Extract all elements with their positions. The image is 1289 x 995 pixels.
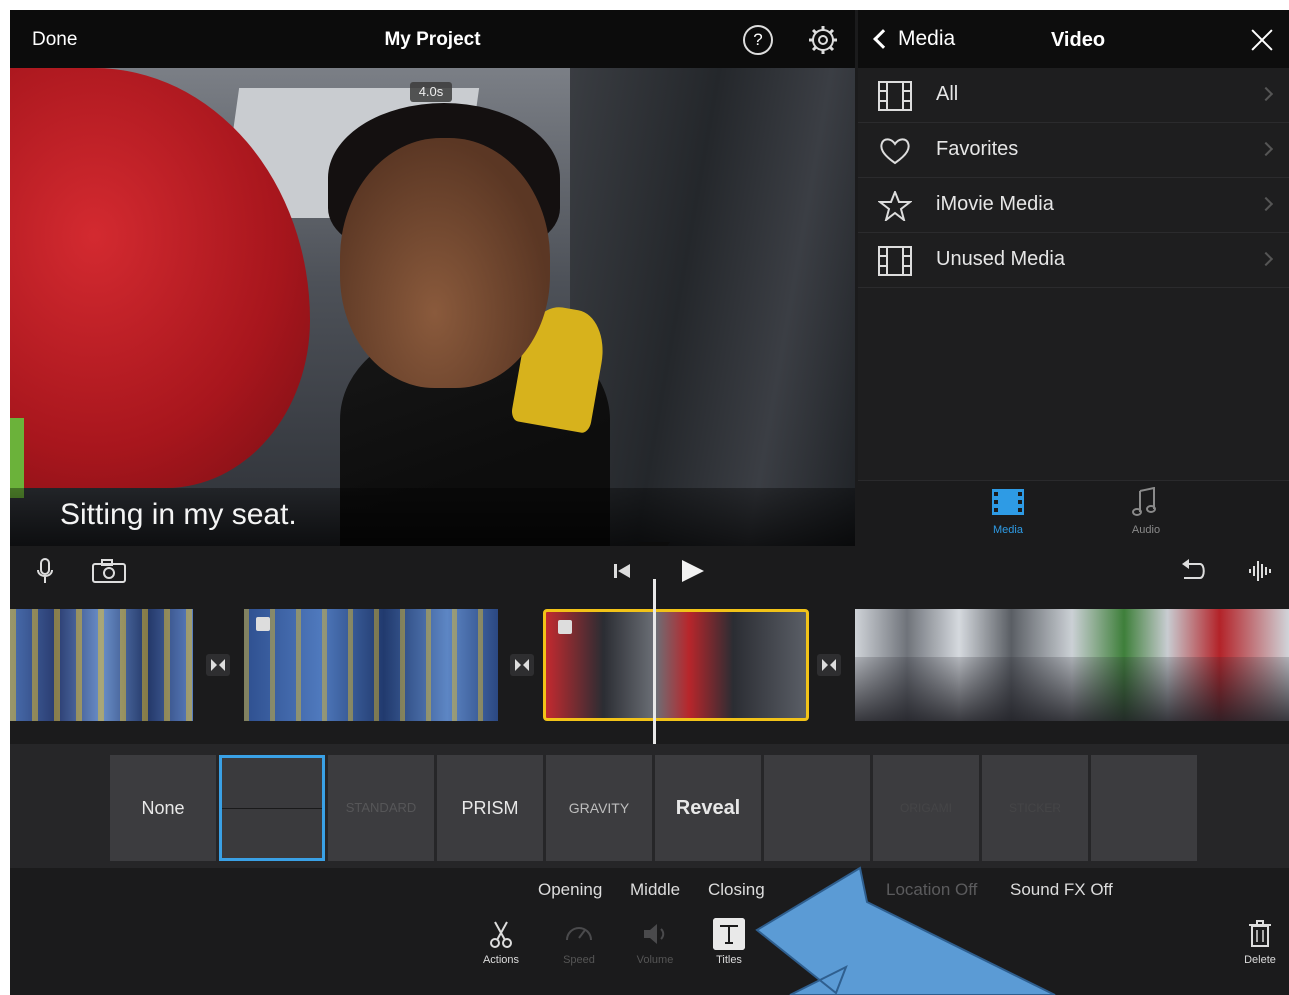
audio-waveform-icon[interactable] [1246, 556, 1276, 586]
speed-button[interactable]: Speed [546, 918, 612, 966]
tab-media[interactable]: Media [968, 487, 1048, 536]
bus-seat-background [570, 68, 855, 546]
transition-icon[interactable] [510, 654, 534, 676]
media-row-imovie-media[interactable]: iMovie Media [858, 178, 1289, 233]
timeline-clip[interactable] [855, 609, 1289, 721]
title-style-reveal[interactable]: Reveal [655, 755, 761, 861]
tab-media-label: Media [993, 524, 1023, 536]
play-icon[interactable] [676, 556, 706, 586]
titles-label: Titles [716, 954, 742, 966]
project-title: My Project [384, 29, 481, 50]
actions-button[interactable]: Actions [468, 918, 534, 966]
speaker-icon [644, 924, 665, 944]
media-browser-header: Media Video [858, 10, 1289, 68]
option-middle[interactable]: Middle [630, 880, 680, 900]
title-style-sticker[interactable]: STICKER [982, 755, 1088, 861]
help-icon[interactable]: ? [743, 25, 773, 55]
media-row-unused-media[interactable]: Unused Media [858, 233, 1289, 288]
title-marker-icon [558, 620, 572, 634]
title-style-blank-2[interactable] [1091, 755, 1197, 861]
volume-button[interactable]: Volume [622, 918, 688, 966]
timeline-clip[interactable] [244, 609, 498, 721]
title-options-row: Opening Middle Closing Location Off Soun… [10, 868, 1289, 908]
title-styles-strip: None STANDARD PRISM GRAVITY Reveal ORIGA… [10, 744, 1289, 868]
title-style-none[interactable]: None [110, 755, 216, 861]
option-location-off[interactable]: Location Off [886, 880, 977, 900]
camera-icon[interactable] [90, 556, 128, 586]
green-vest-edge [10, 418, 24, 498]
child-face [340, 138, 550, 388]
music-note-icon [1132, 486, 1156, 516]
film-strip-icon [992, 489, 1024, 515]
delete-button[interactable]: Delete [1230, 918, 1289, 966]
speed-label: Speed [563, 954, 595, 966]
title-overlay-text[interactable]: Sitting in my seat. [60, 498, 297, 532]
option-opening[interactable]: Opening [538, 880, 602, 900]
tab-audio[interactable]: Audio [1106, 486, 1186, 536]
skip-to-start-icon[interactable] [608, 556, 638, 586]
star-icon [878, 191, 912, 221]
timeline-clip[interactable] [10, 609, 193, 721]
chevron-right-icon [1258, 141, 1274, 157]
delete-label: Delete [1244, 954, 1276, 966]
title-style-origami[interactable]: ORIGAMI [873, 755, 979, 861]
media-row-label: All [936, 83, 959, 105]
title-style-prism[interactable]: PRISM [437, 755, 543, 861]
tab-audio-label: Audio [1131, 524, 1161, 536]
media-browser-title: Video [1050, 29, 1106, 51]
actions-label: Actions [482, 954, 520, 966]
media-row-label: iMovie Media [936, 193, 1054, 215]
title-style-gravity[interactable]: GRAVITY [546, 755, 652, 861]
done-button[interactable]: Done [32, 29, 77, 51]
transition-icon[interactable] [206, 654, 230, 676]
chevron-left-icon [873, 29, 893, 49]
media-browser-tabs: Media Audio [858, 480, 1289, 546]
chevron-right-icon [1258, 251, 1274, 267]
media-row-label: Favorites [936, 138, 1019, 160]
media-row-all[interactable]: All [858, 68, 1289, 123]
film-icon [878, 246, 912, 276]
text-t-icon [713, 918, 745, 950]
title-style-split-selected[interactable] [219, 755, 325, 861]
close-icon[interactable] [1250, 28, 1274, 52]
microphone-icon[interactable] [30, 556, 60, 586]
scissors-icon [490, 921, 512, 948]
transition-icon[interactable] [817, 654, 841, 676]
bottom-toolbar: Actions Speed Volume Titles Delete [10, 908, 1289, 995]
playhead[interactable] [653, 579, 656, 747]
timeline-controls [10, 546, 1289, 594]
back-label: Media [898, 27, 956, 50]
film-icon [878, 81, 912, 111]
title-overlay[interactable]: Sitting in my seat. [10, 488, 855, 546]
media-browser: Media Video All Favorites iMovie Media U… [858, 10, 1289, 546]
title-style-standard[interactable]: STANDARD [328, 755, 434, 861]
trash-icon [1249, 920, 1271, 947]
back-to-media-button[interactable]: Media [870, 27, 955, 51]
speedometer-icon [566, 927, 592, 941]
media-row-label: Unused Media [936, 248, 1065, 270]
title-style-blank[interactable] [764, 755, 870, 861]
volume-label: Volume [636, 954, 674, 966]
video-preview[interactable]: 4.0s Sitting in my seat. [10, 68, 855, 546]
selected-timeline-clip[interactable] [543, 609, 809, 721]
viewer-top-bar: Done My Project ? [10, 10, 855, 68]
option-closing[interactable]: Closing [708, 880, 765, 900]
undo-icon[interactable] [1178, 556, 1208, 586]
timeline[interactable] [10, 579, 1289, 747]
imovie-app: Done My Project ? 4.0s Sitting in my sea… [10, 10, 1289, 995]
chevron-right-icon [1258, 86, 1274, 102]
option-sound-fx-off[interactable]: Sound FX Off [1010, 880, 1113, 900]
title-marker-icon [256, 617, 270, 631]
clip-duration-badge: 4.0s [410, 82, 452, 102]
chevron-right-icon [1258, 196, 1274, 212]
heart-icon [880, 138, 910, 165]
media-row-favorites[interactable]: Favorites [858, 123, 1289, 178]
gear-icon[interactable] [807, 24, 839, 56]
titles-button[interactable]: Titles [696, 918, 762, 966]
